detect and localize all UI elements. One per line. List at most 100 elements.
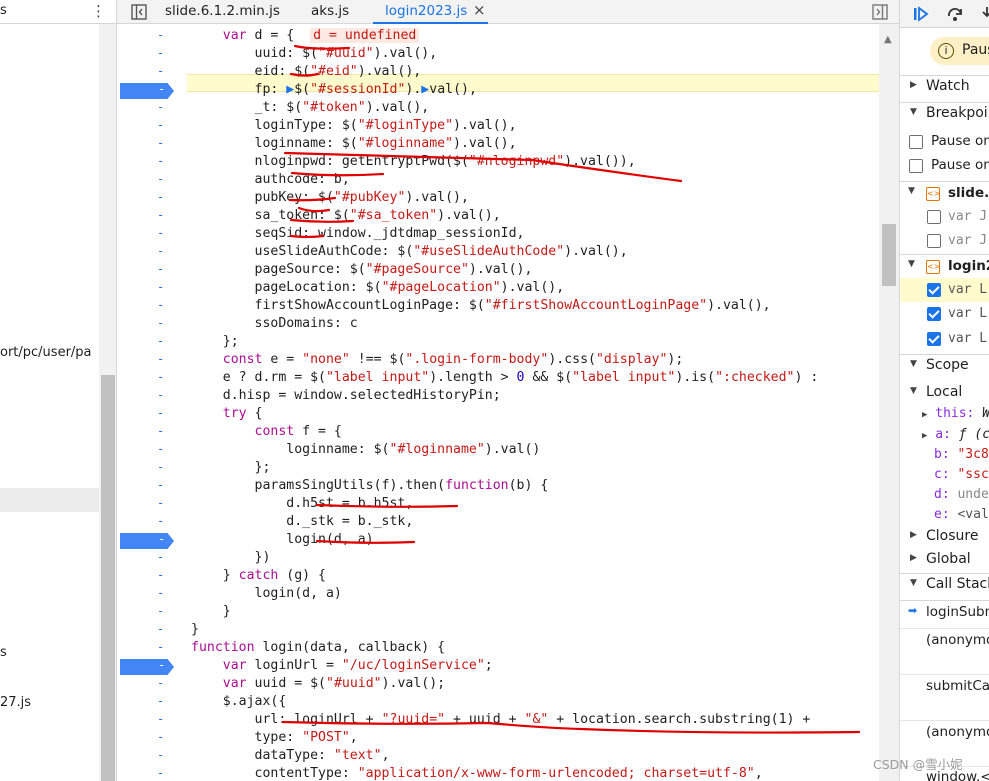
tab-aks-js[interactable]: aks.js xyxy=(311,3,349,19)
checkbox[interactable] xyxy=(909,135,923,149)
breakpoint-entry[interactable]: var J xyxy=(900,205,989,229)
gutter-dash[interactable]: - xyxy=(157,730,164,744)
code-line: firstShowAccountLoginPage: $("#firstShow… xyxy=(191,298,771,313)
toggle-debugger-icon[interactable] xyxy=(872,4,888,20)
pause-on-caught-row[interactable]: Pause on xyxy=(900,154,989,178)
gutter-dash[interactable]: - xyxy=(157,568,164,582)
scope-var-this[interactable]: ▶ this: W xyxy=(922,406,989,421)
checkbox-checked[interactable] xyxy=(927,283,941,297)
gutter-dash[interactable]: - xyxy=(157,478,164,492)
line-gutter[interactable]: - - - - - - - - - - - - - - - - - - - - - - - - - - - - - - - - - - - - - - - -… xyxy=(117,24,187,781)
gutter-dash[interactable]: - xyxy=(157,244,164,258)
navigator-scrollbar-thumb[interactable] xyxy=(101,375,115,781)
call-stack-frame[interactable]: (anonymo xyxy=(900,628,989,672)
gutter-dash[interactable]: - xyxy=(157,622,164,636)
checkbox-checked[interactable] xyxy=(927,307,941,321)
more-options-icon[interactable]: ⋮ xyxy=(91,2,106,20)
gutter-dash[interactable]: - xyxy=(157,766,164,780)
tab-slide-min-js[interactable]: slide.6.1.2.min.js xyxy=(165,3,280,19)
editor-scrollbar-thumb[interactable] xyxy=(882,224,896,286)
gutter-dash[interactable]: - xyxy=(157,28,164,42)
gutter-dash[interactable]: - xyxy=(157,208,164,222)
breakpoint-entry[interactable]: var L xyxy=(900,302,989,326)
gutter-dash[interactable]: - xyxy=(157,586,164,600)
gutter-dash[interactable]: - xyxy=(157,424,164,438)
navigator-file-row[interactable]: s xyxy=(0,645,7,660)
resume-icon[interactable] xyxy=(912,5,930,23)
gutter-dash[interactable]: - xyxy=(157,334,164,348)
gutter-dash[interactable]: - xyxy=(157,46,164,60)
breakpoint-file-login[interactable]: ▼ <> login2 xyxy=(900,254,989,278)
step-over-icon[interactable] xyxy=(946,5,964,23)
toggle-navigator-icon[interactable] xyxy=(131,4,147,20)
gutter-dash[interactable]: - xyxy=(157,64,164,78)
gutter-dash[interactable]: - xyxy=(157,154,164,168)
gutter-dash[interactable]: - xyxy=(157,298,164,312)
gutter-dash[interactable]: - xyxy=(157,100,164,114)
gutter-dash[interactable]: - xyxy=(157,388,164,402)
debugger-sidebar: i Paus ▶ Watch ▼ Breakpoi Pause on Pause… xyxy=(899,0,989,781)
breakpoint-entry[interactable]: var J xyxy=(900,229,989,253)
breakpoint-marker[interactable]: - xyxy=(120,659,174,675)
file-navigator: s ⋮ ort/pc/user/pa s 27.js xyxy=(0,0,117,781)
call-stack-frame[interactable]: submitCal xyxy=(900,674,989,718)
scope-var-e[interactable]: e: <val xyxy=(934,507,989,522)
pause-on-exceptions-row[interactable]: Pause on xyxy=(900,130,989,154)
scope-var-d[interactable]: d: unde xyxy=(934,487,989,502)
navigator-file-row[interactable]: 27.js xyxy=(0,695,31,710)
scope-var-a[interactable]: ▶ a: ƒ (c xyxy=(922,427,989,442)
code-line: var loginUrl = "/uc/loginService"; xyxy=(222,658,493,673)
breakpoint-marker[interactable]: - xyxy=(120,533,174,549)
call-stack-frame-current[interactable]: ➡ loginSubm xyxy=(900,600,989,624)
checkbox[interactable] xyxy=(927,234,941,248)
scope-section-header[interactable]: ▼ Scope xyxy=(900,354,989,377)
gutter-dash[interactable]: - xyxy=(157,640,164,654)
gutter-dash[interactable]: - xyxy=(157,370,164,384)
call-stack-section-header[interactable]: ▼ Call Stack xyxy=(900,573,989,596)
gutter-dash[interactable]: - xyxy=(157,172,164,186)
gutter-dash[interactable]: - xyxy=(157,460,164,474)
checkbox[interactable] xyxy=(927,210,941,224)
gutter-dash[interactable]: - xyxy=(157,262,164,276)
gutter-dash[interactable]: - xyxy=(157,280,164,294)
gutter-dash[interactable]: - xyxy=(157,316,164,330)
breakpoint-entry-active[interactable]: var L xyxy=(900,278,989,302)
gutter-dash[interactable]: - xyxy=(157,748,164,762)
gutter-dash[interactable]: - xyxy=(157,676,164,690)
breakpoint-marker[interactable]: - xyxy=(120,83,174,99)
checkbox-checked[interactable] xyxy=(927,332,941,346)
gutter-dash[interactable]: - xyxy=(157,496,164,510)
code-line: eid: $("#eid").val(), xyxy=(191,64,422,79)
gutter-dash[interactable]: - xyxy=(157,442,164,456)
gutter-dash[interactable]: - xyxy=(157,712,164,726)
navigator-path-row[interactable]: ort/pc/user/pa xyxy=(0,345,92,360)
code-line: } catch (g) { xyxy=(191,568,326,583)
local-scope-header[interactable]: ▼ Local xyxy=(900,382,989,405)
gutter-dash[interactable]: - xyxy=(157,190,164,204)
gutter-dash[interactable]: - xyxy=(157,694,164,708)
scope-var-b[interactable]: b: "3c8 xyxy=(934,447,989,462)
navigator-selected-row[interactable] xyxy=(0,488,99,512)
step-into-icon[interactable] xyxy=(978,5,989,23)
gutter-dash[interactable]: - xyxy=(157,352,164,366)
breakpoints-section-header[interactable]: ▼ Breakpoi xyxy=(900,102,989,125)
checkbox[interactable] xyxy=(909,159,923,173)
gutter-dash[interactable]: - xyxy=(157,136,164,150)
global-scope-header[interactable]: ▶ Global xyxy=(900,549,989,572)
gutter-dash[interactable]: - xyxy=(157,604,164,618)
watch-section-header[interactable]: ▶ Watch xyxy=(900,75,989,98)
close-tab-icon[interactable]: × xyxy=(473,1,486,19)
gutter-dash[interactable]: - xyxy=(157,550,164,564)
editor-scrollbar[interactable]: ▲ xyxy=(879,24,899,781)
breakpoint-file-slide[interactable]: ▼ <> slide.6 xyxy=(900,181,989,205)
scroll-up-icon[interactable]: ▲ xyxy=(884,34,892,45)
code-line: contentType: "application/x-www-form-url… xyxy=(191,766,763,781)
gutter-dash[interactable]: - xyxy=(157,226,164,240)
gutter-dash[interactable]: - xyxy=(157,406,164,420)
breakpoint-entry[interactable]: var L xyxy=(900,327,989,351)
gutter-dash[interactable]: - xyxy=(157,118,164,132)
scope-var-c[interactable]: c: "ssc xyxy=(934,467,989,482)
closure-scope-header[interactable]: ▶ Closure xyxy=(900,526,989,549)
gutter-dash[interactable]: - xyxy=(157,514,164,528)
tab-login2023-js[interactable]: login2023.js xyxy=(385,3,467,19)
